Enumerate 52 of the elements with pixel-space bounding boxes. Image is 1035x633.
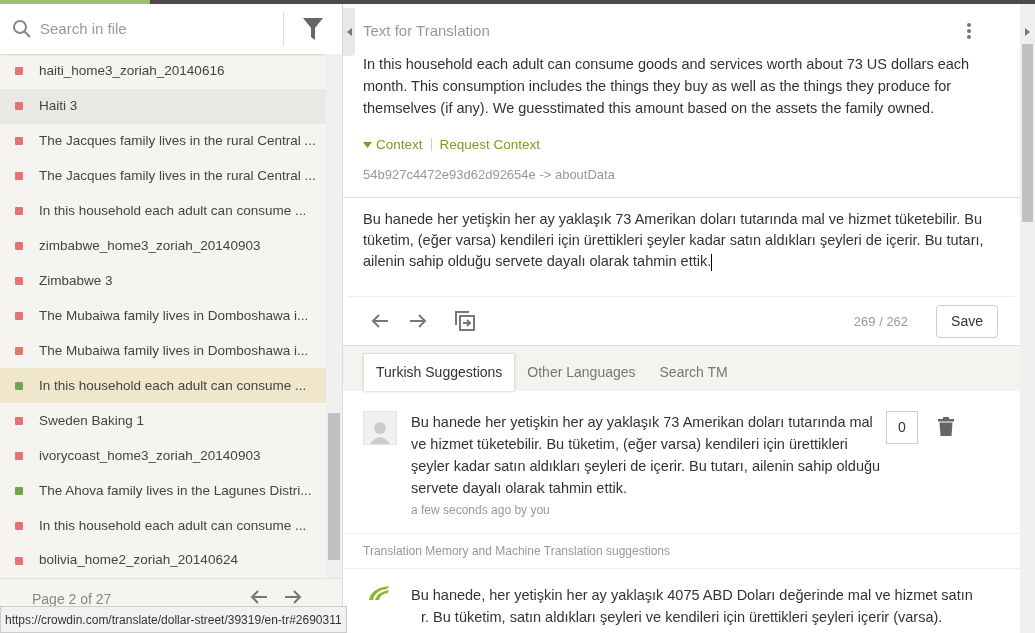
caret-icon bbox=[363, 141, 372, 148]
panel-title: Text for Translation bbox=[363, 21, 490, 41]
string-item[interactable]: The Jacques family lives in the rural Central ... bbox=[0, 123, 326, 159]
suggestion-text: r. Bu tüketim, satın aldıkları şeyleri ve kendileri için ürettikleri şeyleri içerir (varsa). bbox=[420, 608, 944, 628]
search-box[interactable]: Search in file bbox=[0, 4, 283, 54]
scrollbar[interactable] bbox=[326, 54, 342, 578]
caret-icon bbox=[346, 28, 352, 36]
save-button[interactable]: Save bbox=[936, 304, 998, 338]
more-icon[interactable] bbox=[966, 22, 972, 41]
translation-field[interactable]: Bu hanede her yetişkin her ay yaklaşık 73 Amerikan doları tutarında mal ve hizmet tüketebilir. Bu tüketim, (eğer varsa) kendileri için ürettikleri şeyler kadar satın aldıkları şeyleri de içerir. Bu tutarı, ailenin sahip olduğu servete dayalı olarak tahmin ettik. bbox=[343, 198, 1020, 297]
suggestion-text: Bu hanede her yetişkin her ay yaklaşık 73 Amerikan doları tutarında mal ve hizmet tüketebilir. Bu tüketim, (eğer varsa) kendileri için ürettikleri şeyler kadar satın aldıkları şeyleri de içerir. Bu tutarı, ailenin sahip olduğu servete dayalı olarak tahmin ettik. bbox=[411, 413, 882, 499]
string-item[interactable]: The Mubaiwa family lives in Domboshawa i... bbox=[0, 298, 326, 334]
string-item[interactable]: Sweden Baking 1 bbox=[0, 403, 326, 439]
forward-arrow-icon[interactable] bbox=[409, 313, 427, 330]
section-heading: Translation Memory and Machine Translation suggestions bbox=[343, 534, 1020, 570]
string-item[interactable]: haiti_home3_zoriah_20140616 bbox=[0, 54, 326, 89]
character-counter: 269 / 262 bbox=[853, 312, 909, 331]
scrollbar-thumb[interactable] bbox=[1022, 44, 1033, 222]
left-arrow-icon[interactable] bbox=[250, 589, 268, 605]
user-icon bbox=[370, 420, 390, 445]
search-icon bbox=[12, 19, 32, 39]
suggestion-text: Bu hanede, her yetişkin her ay yaklaşık 4075 ABD Doları değerinde mal ve hizmet satın bbox=[411, 586, 973, 606]
tab[interactable]: Other Languages bbox=[515, 353, 648, 392]
copy-source-icon[interactable] bbox=[455, 311, 475, 332]
string-key: 54b927c4472e93d62d92654e -> aboutData bbox=[343, 154, 1020, 185]
string-item[interactable]: bolivia_home2_zoriah_20140624 bbox=[0, 543, 326, 579]
caret-icon bbox=[1025, 28, 1030, 36]
string-item[interactable]: ivorycoast_home3_zoriah_20140903 bbox=[0, 438, 326, 474]
back-arrow-icon[interactable] bbox=[371, 313, 389, 330]
suggestion-meta: a few seconds ago by you bbox=[411, 502, 551, 520]
trash-icon[interactable] bbox=[938, 417, 954, 437]
right-arrow-icon[interactable] bbox=[284, 589, 302, 605]
string-item[interactable]: The Jacques family lives in the rural Central ... bbox=[0, 158, 326, 194]
scrollbar-thumb[interactable] bbox=[328, 413, 340, 560]
status-url: https://crowdin.com/translate/dollar-street/39319/en-tr#2690311 bbox=[0, 606, 347, 633]
string-item[interactable]: In this household each adult can consume ... bbox=[0, 368, 326, 404]
string-item[interactable]: In this household each adult can consume ... bbox=[0, 508, 326, 544]
vote-count[interactable]: 0 bbox=[886, 411, 918, 445]
string-item[interactable]: Haiti 3 bbox=[0, 88, 326, 124]
scrollbar[interactable] bbox=[1020, 4, 1035, 633]
collapse-handle[interactable] bbox=[343, 8, 355, 56]
machine-translation-icon bbox=[367, 584, 391, 601]
string-item[interactable]: The Mubaiwa family lives in Domboshawa i... bbox=[0, 333, 326, 369]
page-indicator: Page 2 of 27 bbox=[32, 590, 112, 609]
filter-icon bbox=[303, 18, 323, 40]
tab[interactable]: Search TM bbox=[647, 353, 740, 392]
string-item[interactable]: In this household each adult can consume ... bbox=[0, 193, 326, 229]
tab[interactable]: Turkish Suggestions bbox=[363, 353, 516, 392]
string-item[interactable]: zimbabwe_home3_zoriah_20140903 bbox=[0, 228, 326, 264]
string-item[interactable]: Zimbabwe 3 bbox=[0, 263, 326, 299]
string-item[interactable]: The Ahova family lives in the Lagunes Distri... bbox=[0, 473, 326, 509]
source-text: In this household each adult can consume goods and services worth about 73 US dollars each month. This consumption includes the things they buy as well as the things they produce for themselves (if any). We guesstimated this amount based on the assets the family owned. bbox=[362, 54, 971, 118]
